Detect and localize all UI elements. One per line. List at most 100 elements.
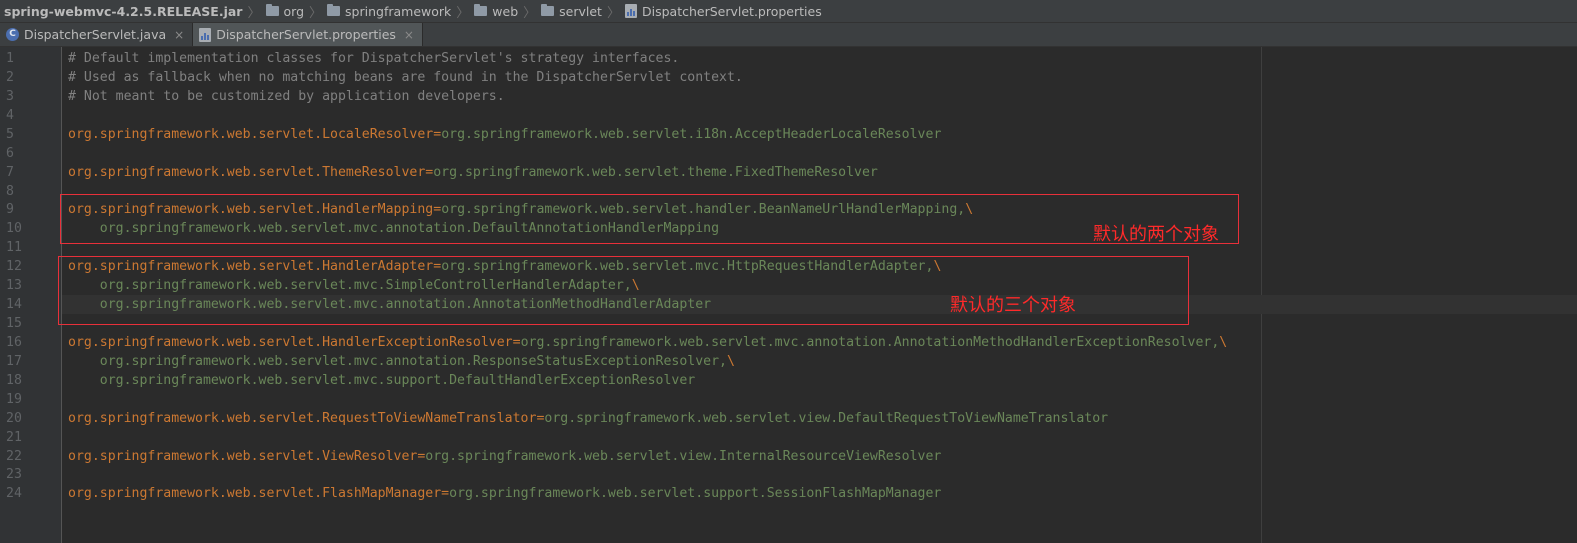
property-value: org.springframework.web.servlet.view.Int…: [425, 449, 942, 464]
line-number: 24: [6, 486, 22, 501]
code-line: 17 org.springframework.web.servlet.mvc.a…: [0, 352, 1577, 371]
code-line: 20 org.springframework.web.servlet.Reques…: [0, 409, 1577, 428]
property-value: org.springframework.web.servlet.i18n.Acc…: [441, 127, 942, 142]
tab-label: DispatcherServlet.properties: [216, 27, 396, 42]
close-icon[interactable]: ×: [174, 28, 184, 42]
line-code: # Default implementation classes for Dis…: [68, 49, 679, 68]
line-number: 8: [6, 184, 14, 199]
line-code: org.springframework.web.servlet.ViewReso…: [68, 447, 941, 466]
breadcrumb-item-jar[interactable]: spring-webmvc-4.2.5.RELEASE.jar: [0, 4, 246, 19]
breadcrumb-item-springframework[interactable]: springframework: [323, 4, 455, 19]
property-value: org.springframework.web.servlet.theme.Fi…: [433, 165, 878, 180]
folder-icon: [265, 4, 279, 16]
line-number: 2: [6, 70, 14, 85]
handler-mapping-highlight-box: [60, 194, 1239, 244]
property-key: org.springframework.web.servlet.LocaleRe…: [68, 127, 434, 142]
code-line: 4: [0, 106, 1577, 125]
assignment-operator: =: [512, 335, 521, 350]
class-icon: C: [6, 28, 19, 41]
breadcrumb-item-servlet[interactable]: servlet: [537, 4, 606, 19]
line-number: 19: [6, 392, 22, 407]
breadcrumb-web-label: web: [492, 3, 519, 19]
code-line: 16 org.springframework.web.servlet.Handle…: [0, 333, 1577, 352]
breadcrumb-file-label: DispatcherServlet.properties: [641, 3, 822, 19]
code-line: 18 org.springframework.web.servlet.mvc.s…: [0, 371, 1577, 390]
line-code: org.springframework.web.servlet.RequestT…: [68, 409, 1108, 428]
line-number: 3: [6, 89, 14, 104]
line-code: org.springframework.web.servlet.LocaleRe…: [68, 125, 941, 144]
comment-text: # Default implementation classes for Dis…: [68, 51, 680, 66]
breadcrumb-separator: 〉: [309, 5, 323, 21]
handler-mapping-annotation: 默认的两个对象: [1093, 224, 1219, 245]
breadcrumb-item-org[interactable]: org: [262, 4, 309, 19]
breadcrumb-item-file[interactable]: DispatcherServlet.properties: [621, 4, 826, 19]
property-value: org.springframework.web.servlet.mvc.supp…: [68, 373, 696, 388]
line-number: 5: [6, 127, 14, 142]
line-continuation: \: [726, 354, 735, 369]
line-code: org.springframework.web.servlet.ThemeRes…: [68, 163, 878, 182]
line-number: 18: [6, 373, 22, 388]
line-code: org.springframework.web.servlet.HandlerE…: [68, 333, 1227, 352]
line-number: 4: [6, 108, 14, 123]
line-code: org.springframework.web.servlet.mvc.supp…: [68, 371, 695, 390]
line-number: 6: [6, 146, 14, 161]
editor-tabs: C DispatcherServlet.java × DispatcherSer…: [0, 23, 1577, 47]
line-number: 9: [6, 202, 14, 217]
breadcrumb-separator: 〉: [606, 5, 620, 21]
folder-icon: [541, 4, 555, 16]
line-code: # Used as fallback when no matching bean…: [68, 68, 743, 87]
property-key: org.springframework.web.servlet.HandlerE…: [68, 335, 513, 350]
line-code: org.springframework.web.servlet.FlashMap…: [68, 484, 941, 503]
line-code: # Not meant to be customized by applicat…: [68, 87, 505, 106]
tab-dispatcherservlet-java[interactable]: C DispatcherServlet.java ×: [0, 23, 194, 46]
line-number: 16: [6, 335, 22, 350]
code-line: 1 # Default implementation classes for Di…: [0, 49, 1577, 68]
code-line: 6: [0, 144, 1577, 163]
folder-icon: [474, 4, 488, 16]
property-key: org.springframework.web.servlet.ViewReso…: [68, 449, 418, 464]
line-number: 23: [6, 467, 22, 482]
assignment-operator: =: [441, 486, 450, 501]
property-value: org.springframework.web.servlet.support.…: [449, 486, 942, 501]
line-number: 12: [6, 259, 22, 274]
line-number: 1: [6, 51, 14, 66]
line-number: 22: [6, 449, 22, 464]
code-line: 24 org.springframework.web.servlet.FlashM…: [0, 484, 1577, 503]
breadcrumb-item-web[interactable]: web: [470, 4, 522, 19]
code-line: 7 org.springframework.web.servlet.ThemeRe…: [0, 163, 1577, 182]
property-value: org.springframework.web.servlet.mvc.anno…: [520, 335, 1220, 350]
properties-file-icon: [199, 27, 212, 42]
line-number: 20: [6, 411, 22, 426]
folder-icon: [327, 4, 341, 16]
breadcrumb-jar-label: spring-webmvc-4.2.5.RELEASE.jar: [4, 3, 243, 19]
code-line: 22 org.springframework.web.servlet.ViewRe…: [0, 447, 1577, 466]
line-number: 10: [6, 221, 22, 236]
close-icon[interactable]: ×: [404, 28, 414, 42]
handler-adapter-annotation: 默认的三个对象: [950, 295, 1076, 316]
line-number: 11: [6, 240, 22, 255]
line-code: org.springframework.web.servlet.mvc.anno…: [68, 352, 735, 371]
breadcrumb-separator: 〉: [247, 5, 261, 21]
property-value: org.springframework.web.servlet.view.Def…: [544, 411, 1109, 426]
line-number: 15: [6, 316, 22, 331]
code-line: 19: [0, 390, 1577, 409]
comment-text: # Used as fallback when no matching bean…: [68, 70, 743, 85]
properties-file-icon: [624, 4, 637, 18]
property-value: org.springframework.web.servlet.mvc.anno…: [68, 354, 727, 369]
line-continuation: \: [1219, 335, 1228, 350]
assignment-operator: =: [433, 127, 442, 142]
breadcrumb-springframework-label: springframework: [345, 3, 452, 19]
code-line: 21: [0, 428, 1577, 447]
code-line: 3 # Not meant to be customized by applica…: [0, 87, 1577, 106]
code-line: 5 org.springframework.web.servlet.LocaleR…: [0, 125, 1577, 144]
breadcrumb-separator: 〉: [523, 5, 537, 21]
comment-text: # Not meant to be customized by applicat…: [68, 89, 505, 104]
line-number: 7: [6, 165, 14, 180]
line-number: 21: [6, 430, 22, 445]
breadcrumb-separator: 〉: [456, 5, 470, 21]
tab-dispatcherservlet-properties[interactable]: DispatcherServlet.properties ×: [193, 23, 423, 46]
property-key: org.springframework.web.servlet.FlashMap…: [68, 486, 442, 501]
tab-label: DispatcherServlet.java: [24, 27, 167, 42]
breadcrumb: spring-webmvc-4.2.5.RELEASE.jar 〉 org 〉 …: [0, 0, 1577, 23]
code-line: 23: [0, 465, 1577, 484]
